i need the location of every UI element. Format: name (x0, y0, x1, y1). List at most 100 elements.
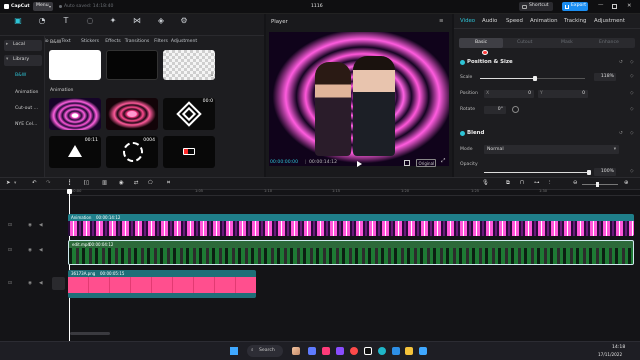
undo-icon[interactable]: ↶ (32, 180, 37, 186)
anim-thumb-diamond[interactable]: 00:0 (163, 98, 215, 130)
magnet-icon[interactable]: ⊓ (520, 180, 524, 186)
tool-stickers[interactable]: ◌ Stickers (78, 16, 102, 44)
app-icon-4[interactable] (350, 347, 358, 355)
tool-adjustment[interactable]: ⚙ Adjustment (170, 16, 198, 44)
crop-icon[interactable]: ⌗ (167, 180, 170, 186)
zoom-slider-knob[interactable] (596, 182, 599, 187)
cover-icon[interactable] (52, 277, 65, 290)
chevron-down-icon[interactable]: ▾ (14, 181, 16, 187)
snap-icon[interactable]: ⊶ (534, 180, 539, 186)
fit-icon[interactable] (404, 160, 410, 166)
rotate-keyframe-icon[interactable]: ◇ (630, 107, 634, 113)
tab-video[interactable]: Video (460, 18, 475, 24)
app-icon-2[interactable] (322, 347, 330, 355)
tab-adjustment[interactable]: Adjustment (594, 18, 625, 24)
subtab-mask[interactable]: Mask (561, 40, 573, 46)
subtab-cutout[interactable]: Cutout (517, 40, 532, 46)
sidebar-item-nye[interactable]: NYE Cel... (4, 120, 42, 131)
reset-icon[interactable]: ↺ (619, 60, 623, 66)
lock-icon[interactable]: ⊡ (8, 223, 12, 229)
playhead[interactable] (69, 190, 70, 341)
lock-icon[interactable]: ⊡ (8, 281, 12, 287)
clip-png-overlay[interactable]: 36173A.png 00:00:05:15 (68, 270, 256, 298)
tab-animation[interactable]: Animation (530, 18, 557, 24)
scale-slider-knob[interactable] (532, 76, 537, 81)
lock-icon[interactable]: ⊡ (8, 248, 12, 254)
opacity-slider-knob[interactable] (587, 170, 591, 175)
play-button-icon[interactable] (357, 161, 362, 167)
maximize-icon[interactable] (612, 4, 617, 9)
sidebar-item-library[interactable]: ▾ Library (4, 55, 42, 66)
split-icon[interactable]: ┋ (68, 180, 71, 186)
eye-icon[interactable]: ◉ (28, 223, 32, 229)
clip-edit-mp4[interactable]: edit.mp4 00:00:04:12 (68, 240, 634, 265)
export-button[interactable]: Export (562, 2, 588, 11)
select-cursor-icon[interactable]: ➤ (6, 180, 11, 186)
bw-thumb-white[interactable] (49, 50, 101, 80)
position-y-input[interactable]: Y 0 (538, 90, 588, 98)
timeline-scrollbar[interactable] (70, 332, 110, 335)
opacity-slider[interactable] (484, 170, 591, 175)
anim-thumb-battery[interactable] (163, 136, 215, 168)
speaker-icon[interactable]: ◀ (39, 223, 43, 229)
preview-axis-icon[interactable]: ⫶ (549, 180, 550, 186)
link-icon[interactable]: ⧉ (506, 180, 510, 186)
sidebar-item-local[interactable]: ▸ Local (4, 40, 42, 51)
eye-icon[interactable]: ◉ (28, 248, 32, 254)
eye-icon[interactable]: ◉ (28, 281, 32, 287)
app-icon-7[interactable] (419, 347, 427, 355)
clip-animation[interactable]: Animation 00:00:14:12 (68, 214, 634, 236)
rotate-dial-icon[interactable] (512, 106, 519, 113)
playhead-handle[interactable] (67, 189, 72, 194)
position-keyframe-icon[interactable]: ◇ (630, 91, 634, 97)
app-icon-edge[interactable] (378, 347, 386, 355)
anim-thumb-heart[interactable] (106, 98, 158, 130)
blend-reset-icon[interactable]: ↺ (619, 131, 623, 137)
zoom-in-icon[interactable]: ⊕ (624, 180, 629, 186)
task-view-icon[interactable] (292, 347, 300, 355)
opacity-input[interactable]: 100% (594, 168, 616, 176)
scale-keyframe-icon[interactable]: ◇ (630, 74, 634, 80)
tool-transitions[interactable]: ⋈ Transitions (124, 16, 150, 44)
position-size-checkbox[interactable] (460, 60, 465, 65)
redo-icon[interactable]: ↷ (46, 180, 51, 186)
anim-thumb-circle[interactable]: 0004 (106, 136, 158, 168)
delete-icon[interactable]: ▥ (102, 180, 107, 186)
tab-audio[interactable]: Audio (482, 18, 497, 24)
speaker-icon[interactable]: ◀ (39, 248, 43, 254)
app-icon-6[interactable] (405, 347, 413, 355)
freeze-icon[interactable]: ◉ (119, 180, 124, 186)
opacity-keyframe-icon[interactable]: ◇ (630, 169, 634, 175)
sidebar-item-cutout[interactable]: Cut-out ... (4, 104, 42, 115)
zoom-out-icon[interactable]: ⊖ (573, 180, 578, 186)
app-icon-5[interactable] (392, 347, 400, 355)
player-menu-icon[interactable]: ≡ (439, 18, 444, 24)
windows-start-icon[interactable] (230, 347, 238, 355)
app-icon-1[interactable] (308, 347, 316, 355)
tab-speed[interactable]: Speed (506, 18, 523, 24)
anim-thumb-triangle[interactable]: 00:11 (49, 136, 101, 168)
rotate-input[interactable]: 0° (484, 106, 506, 114)
zoom-slider[interactable] (582, 182, 618, 187)
menu-button[interactable]: Menu (33, 2, 53, 11)
microphone-icon[interactable]: 🎙 (482, 180, 489, 186)
mode-select[interactable]: Normal ▾ (484, 145, 619, 154)
ratio-button[interactable]: Original (416, 159, 436, 167)
minimize-icon[interactable]: — (598, 2, 603, 8)
keyframe-icon[interactable]: ◇ (630, 60, 634, 66)
tool-audio[interactable]: ◔Audio (30, 16, 54, 44)
tool-effects[interactable]: ✦ Effects (101, 16, 125, 44)
reverse-icon[interactable]: ⇄ (134, 180, 139, 186)
position-x-input[interactable]: X 0 (484, 90, 534, 98)
close-icon[interactable]: ✕ (627, 3, 632, 9)
tool-media[interactable]: ▣Media (6, 16, 30, 44)
taskbar-search[interactable]: ⌕ Search (247, 345, 283, 357)
anim-thumb-heart-tunnel[interactable] (49, 98, 101, 130)
bw-thumb-black[interactable] (106, 50, 158, 80)
subtab-enhance[interactable]: Enhance (599, 40, 619, 46)
sidebar-item-bw[interactable]: B&W (4, 71, 42, 82)
tab-tracking[interactable]: Tracking (564, 18, 586, 24)
scale-input[interactable]: 118% (594, 73, 616, 81)
app-icon-3[interactable] (336, 347, 344, 355)
speaker-icon[interactable]: ◀ (39, 281, 43, 287)
